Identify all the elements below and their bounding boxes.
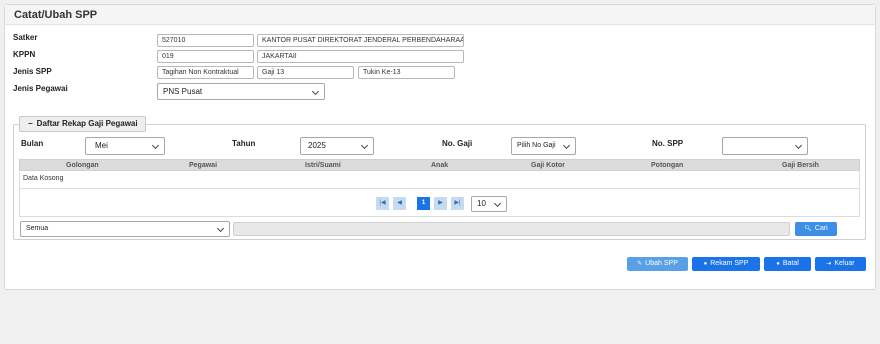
tahun-label: Tahun bbox=[232, 139, 256, 148]
prev-page-icon[interactable]: ◀ bbox=[393, 197, 406, 210]
page-size-select[interactable]: 10 bbox=[471, 196, 507, 212]
column-header-istri-suami[interactable]: Istri/Suami bbox=[305, 162, 341, 169]
pager: |◀ ◀ 1 ▶ ▶| 10 bbox=[19, 189, 860, 217]
chevron-down-icon bbox=[151, 141, 160, 150]
no-gaji-value: Pilih No Gaji bbox=[517, 142, 556, 149]
no-gaji-select[interactable]: Pilih No Gaji bbox=[511, 137, 576, 155]
chevron-down-icon bbox=[562, 141, 571, 150]
panel-header: Catat/Ubah SPP bbox=[5, 5, 875, 25]
search-button-label: Cari bbox=[814, 225, 828, 232]
minus-icon: − bbox=[28, 119, 33, 128]
chevron-down-icon bbox=[360, 141, 369, 150]
satker-name-field[interactable]: KANTOR PUSAT DIREKTORAT JENDERAL PERBEND… bbox=[257, 34, 464, 47]
satker-code-field[interactable]: 527010 bbox=[157, 34, 254, 47]
column-header-gaji-kotor[interactable]: Gaji Kotor bbox=[531, 162, 565, 169]
batal-label: Batal bbox=[782, 260, 799, 267]
rekam-spp-label: Rekam SPP bbox=[710, 260, 749, 267]
rekap-toggle-label: Daftar Rekap Gaji Pegawai bbox=[36, 119, 138, 128]
keluar-button[interactable]: ⇥ Keluar bbox=[815, 257, 866, 271]
table-body: Data Kosong bbox=[19, 171, 860, 189]
page-size-value: 10 bbox=[477, 199, 486, 208]
bulan-value: Mei bbox=[95, 141, 108, 150]
cancel-icon: ● bbox=[776, 261, 780, 267]
search-input[interactable] bbox=[233, 222, 790, 236]
table-header: Golongan Pegawai Istri/Suami Anak Gaji K… bbox=[19, 159, 860, 171]
empty-message: Data Kosong bbox=[23, 175, 64, 182]
no-spp-label: No. SPP bbox=[652, 139, 684, 148]
jenis-pegawai-select[interactable]: PNS Pusat bbox=[157, 83, 325, 100]
jenis-pegawai-label: Jenis Pegawai bbox=[13, 84, 68, 93]
next-page-icon[interactable]: ▶ bbox=[434, 197, 447, 210]
batal-button[interactable]: ● Batal bbox=[764, 257, 811, 271]
first-page-icon[interactable]: |◀ bbox=[376, 197, 389, 210]
jenis-spp-type-field[interactable]: Tagihan Non Kontraktual bbox=[157, 66, 254, 79]
column-header-potongan[interactable]: Potongan bbox=[651, 162, 683, 169]
rekap-toggle-button[interactable]: − Daftar Rekap Gaji Pegawai bbox=[19, 116, 146, 132]
tahun-select[interactable]: 2025 bbox=[300, 137, 374, 155]
column-header-pegawai[interactable]: Pegawai bbox=[189, 162, 217, 169]
column-header-anak[interactable]: Anak bbox=[431, 162, 448, 169]
keluar-label: Keluar bbox=[834, 260, 855, 267]
column-header-golongan[interactable]: Golongan bbox=[66, 162, 99, 169]
column-header-gaji-bersih[interactable]: Gaji Bersih bbox=[782, 162, 819, 169]
ubah-spp-label: Ubah SPP bbox=[645, 260, 678, 267]
chevron-down-icon bbox=[311, 87, 320, 95]
chevron-down-icon bbox=[216, 224, 225, 233]
ubah-spp-button[interactable]: ✎ Ubah SPP bbox=[627, 257, 688, 271]
tahun-value: 2025 bbox=[308, 141, 326, 150]
kppn-name-field[interactable]: JAKARTAII bbox=[257, 50, 464, 63]
jenis-spp-label: Jenis SPP bbox=[13, 67, 52, 76]
page-number-button[interactable]: 1 bbox=[417, 197, 430, 210]
kppn-label: KPPN bbox=[13, 50, 36, 59]
rekam-spp-button[interactable]: ● Rekam SPP bbox=[692, 257, 760, 271]
jenis-pegawai-value: PNS Pusat bbox=[163, 87, 203, 96]
search-scope-select[interactable]: Semua bbox=[20, 221, 230, 237]
last-page-icon[interactable]: ▶| bbox=[451, 197, 464, 210]
save-icon: ● bbox=[703, 261, 708, 267]
page-title: Catat/Ubah SPP bbox=[14, 9, 98, 21]
no-gaji-label: No. Gaji bbox=[442, 139, 473, 148]
kppn-code-field[interactable]: 019 bbox=[157, 50, 254, 63]
jenis-spp-tukin-field[interactable]: Tukin Ke-13 bbox=[358, 66, 455, 79]
bulan-label: Bulan bbox=[21, 139, 44, 148]
search-icon: 🔍︎ bbox=[804, 226, 812, 232]
satker-label: Satker bbox=[13, 33, 38, 42]
pencil-icon: ✎ bbox=[637, 261, 643, 267]
jenis-spp-gaji-field[interactable]: Gaji 13 bbox=[257, 66, 354, 79]
search-button[interactable]: 🔍︎ Cari bbox=[795, 222, 837, 236]
no-spp-select[interactable] bbox=[722, 137, 808, 155]
exit-icon: ⇥ bbox=[826, 261, 832, 267]
chevron-down-icon bbox=[794, 141, 803, 150]
chevron-down-icon bbox=[493, 199, 502, 208]
search-scope-value: Semua bbox=[26, 225, 49, 232]
bulan-select[interactable]: Mei bbox=[85, 137, 165, 155]
